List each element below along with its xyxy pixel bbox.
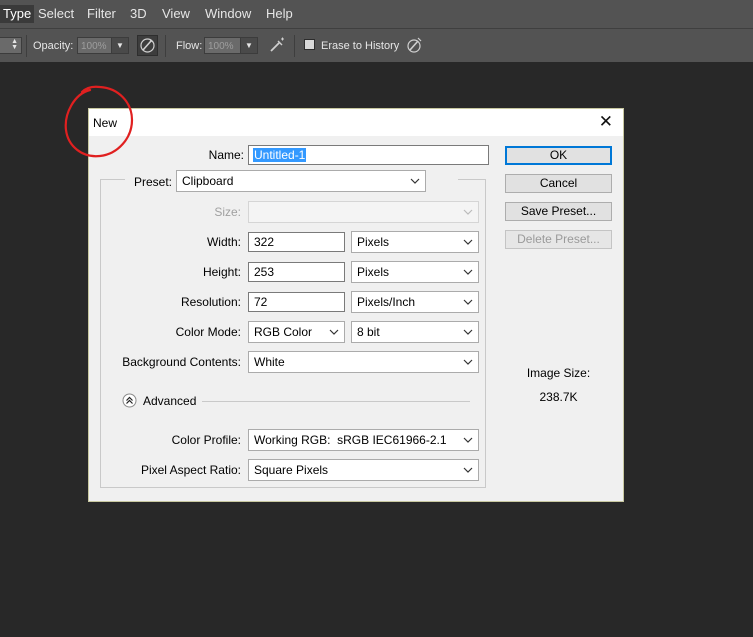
menu-select[interactable]: Select [38, 6, 74, 22]
menu-filter[interactable]: Filter [87, 6, 116, 22]
preset-value: Clipboard [182, 174, 234, 188]
menu-help[interactable]: Help [266, 6, 293, 22]
opacity-combo[interactable]: 100% ▼ [77, 37, 129, 54]
name-input[interactable]: Untitled-1 [248, 145, 489, 165]
color-mode-select[interactable]: RGB Color [248, 321, 345, 343]
separator [26, 35, 27, 57]
preset-legend-bg [426, 172, 458, 188]
mode-combo-partial[interactable]: ▲ ▼ [0, 37, 22, 54]
flow-combo[interactable]: 100% ▼ [204, 37, 258, 54]
width-input[interactable]: 322 [248, 232, 345, 252]
background-contents-label: Background Contents: [122, 355, 241, 369]
chevron-down-icon [463, 267, 473, 277]
save-preset-button[interactable]: Save Preset... [505, 202, 612, 221]
new-document-dialog: New ✕ Name: Untitled-1 Preset: Clipboard… [88, 108, 624, 502]
color-profile-label: Color Profile: [171, 433, 241, 447]
advanced-divider [202, 401, 470, 402]
size-select[interactable] [248, 201, 479, 223]
menu-window[interactable]: Window [205, 6, 251, 22]
erase-to-history-label: Erase to History [321, 40, 400, 52]
flow-label: Flow: [176, 40, 203, 52]
annotation-circle [64, 85, 134, 158]
pixel-aspect-ratio-label: Pixel Aspect Ratio: [140, 463, 241, 477]
chevron-down-icon [463, 207, 473, 217]
chevron-down-icon [463, 327, 473, 337]
advanced-label[interactable]: Advanced [143, 394, 196, 408]
chevron-down-icon [329, 327, 339, 337]
width-unit-value: Pixels [357, 235, 390, 249]
chevron-down-icon [463, 297, 473, 307]
resolution-unit-value: Pixels/Inch [357, 295, 416, 309]
ok-button[interactable]: OK [505, 146, 612, 165]
chevron-down-icon [463, 357, 473, 367]
chevron-down-icon: ▼ [240, 38, 257, 53]
collapse-advanced-icon[interactable] [122, 393, 137, 408]
menu-bar: Type Select Filter 3D View Window Help [0, 0, 753, 28]
image-size-label: Image Size: [526, 366, 591, 380]
bit-depth-value: 8 bit [357, 325, 380, 339]
chevron-down-icon [463, 435, 473, 445]
chevron-down-icon [463, 237, 473, 247]
brush-pressure-opacity-icon [140, 38, 155, 53]
preset-select[interactable]: Clipboard [176, 170, 426, 192]
height-unit-value: Pixels [357, 265, 390, 279]
updown-icon: ▲ ▼ [11, 38, 18, 51]
erase-to-history-checkbox[interactable] [304, 39, 315, 50]
pixel-aspect-ratio-value: Square Pixels [254, 463, 329, 477]
chevron-down-icon: ▼ [111, 38, 128, 53]
image-size-value: 238.7K [539, 390, 578, 404]
menu-view[interactable]: View [162, 6, 190, 22]
cancel-button[interactable]: Cancel [505, 174, 612, 193]
background-contents-select[interactable]: White [248, 351, 479, 373]
height-unit-select[interactable]: Pixels [351, 261, 479, 283]
options-bar: ▲ ▼ Opacity: 100% ▼ Flow: 100% ▼ Erase to… [0, 28, 753, 64]
close-icon[interactable]: ✕ [599, 112, 613, 132]
width-label: Width: [206, 235, 241, 249]
dialog-titlebar[interactable]: New ✕ [89, 109, 623, 136]
pixel-aspect-ratio-select[interactable]: Square Pixels [248, 459, 479, 481]
opacity-value: 100% [81, 41, 107, 52]
preset-label: Preset: [133, 175, 172, 189]
color-profile-select[interactable]: Working RGB: sRGB IEC61966-2.1 [248, 429, 479, 451]
name-value: Untitled-1 [253, 148, 307, 162]
delete-preset-button[interactable]: Delete Preset... [505, 230, 612, 249]
flow-value: 100% [208, 41, 234, 52]
menu-type[interactable]: Type [0, 5, 35, 23]
resolution-label: Resolution: [180, 295, 241, 309]
height-input[interactable]: 253 [248, 262, 345, 282]
resolution-input[interactable]: 72 [248, 292, 345, 312]
background-contents-value: White [254, 355, 285, 369]
airbrush-icon [270, 37, 284, 52]
size-label: Size: [214, 205, 241, 219]
separator [165, 35, 166, 57]
name-label: Name: [208, 148, 244, 162]
bit-depth-select[interactable]: 8 bit [351, 321, 479, 343]
opacity-label: Opacity: [33, 40, 74, 52]
menu-3d[interactable]: 3D [130, 6, 147, 22]
color-profile-value: Working RGB: sRGB IEC61966-2.1 [254, 433, 447, 447]
height-label: Height: [202, 265, 241, 279]
pressure-size-button[interactable] [404, 35, 425, 56]
pressure-opacity-button[interactable] [137, 35, 158, 56]
chevron-down-icon [463, 465, 473, 475]
separator [294, 35, 295, 57]
chevron-down-icon [410, 176, 420, 186]
width-unit-select[interactable]: Pixels [351, 231, 479, 253]
color-mode-value: RGB Color [254, 325, 313, 339]
color-mode-label: Color Mode: [175, 325, 241, 339]
resolution-unit-select[interactable]: Pixels/Inch [351, 291, 479, 313]
airbrush-button[interactable] [267, 35, 288, 56]
brush-pressure-size-icon [407, 37, 422, 53]
